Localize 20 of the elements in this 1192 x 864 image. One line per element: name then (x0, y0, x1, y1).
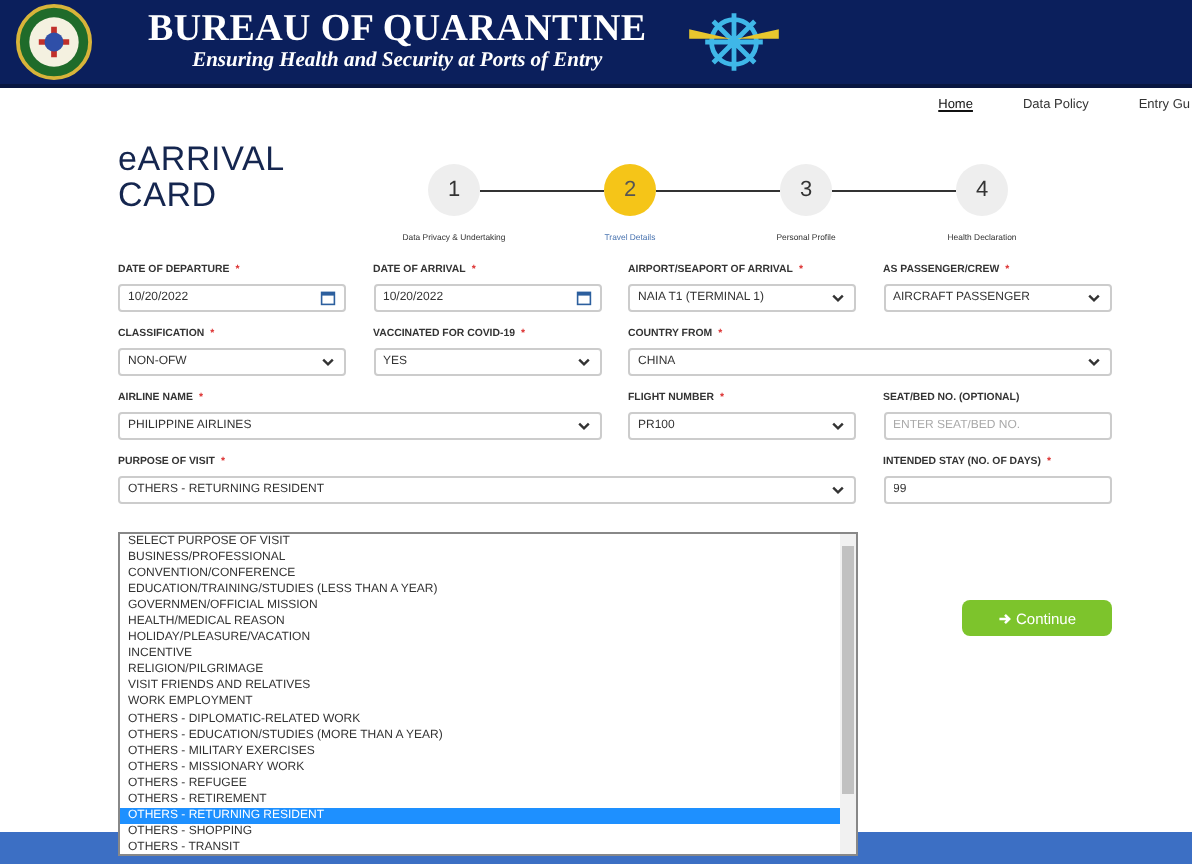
chevron-down-icon (575, 354, 591, 370)
header-subtitle: Ensuring Health and Security at Ports of Entry (192, 50, 603, 74)
scrollbar[interactable] (840, 534, 856, 854)
chevron-down-icon (575, 418, 591, 434)
arrow-right-icon (997, 611, 1012, 625)
step-circle: 2 (604, 164, 656, 216)
chevron-down-icon (320, 354, 336, 370)
chevron-down-icon (830, 482, 846, 498)
calendar-icon (320, 290, 336, 306)
chevron-down-icon (830, 418, 846, 434)
step-circle: 3 (780, 164, 832, 216)
seal-logo-icon (16, 4, 92, 80)
step-circle: 4 (956, 164, 1008, 216)
step-circle: 1 (428, 164, 480, 216)
header-title: BUREAU OF QUARANTINE (148, 10, 647, 50)
page-title: eARRIVAL CARD (118, 142, 286, 218)
chevron-down-icon (1085, 354, 1101, 370)
chevron-down-icon (1085, 290, 1101, 306)
calendar-icon (575, 290, 591, 306)
chevron-down-icon (830, 290, 846, 306)
